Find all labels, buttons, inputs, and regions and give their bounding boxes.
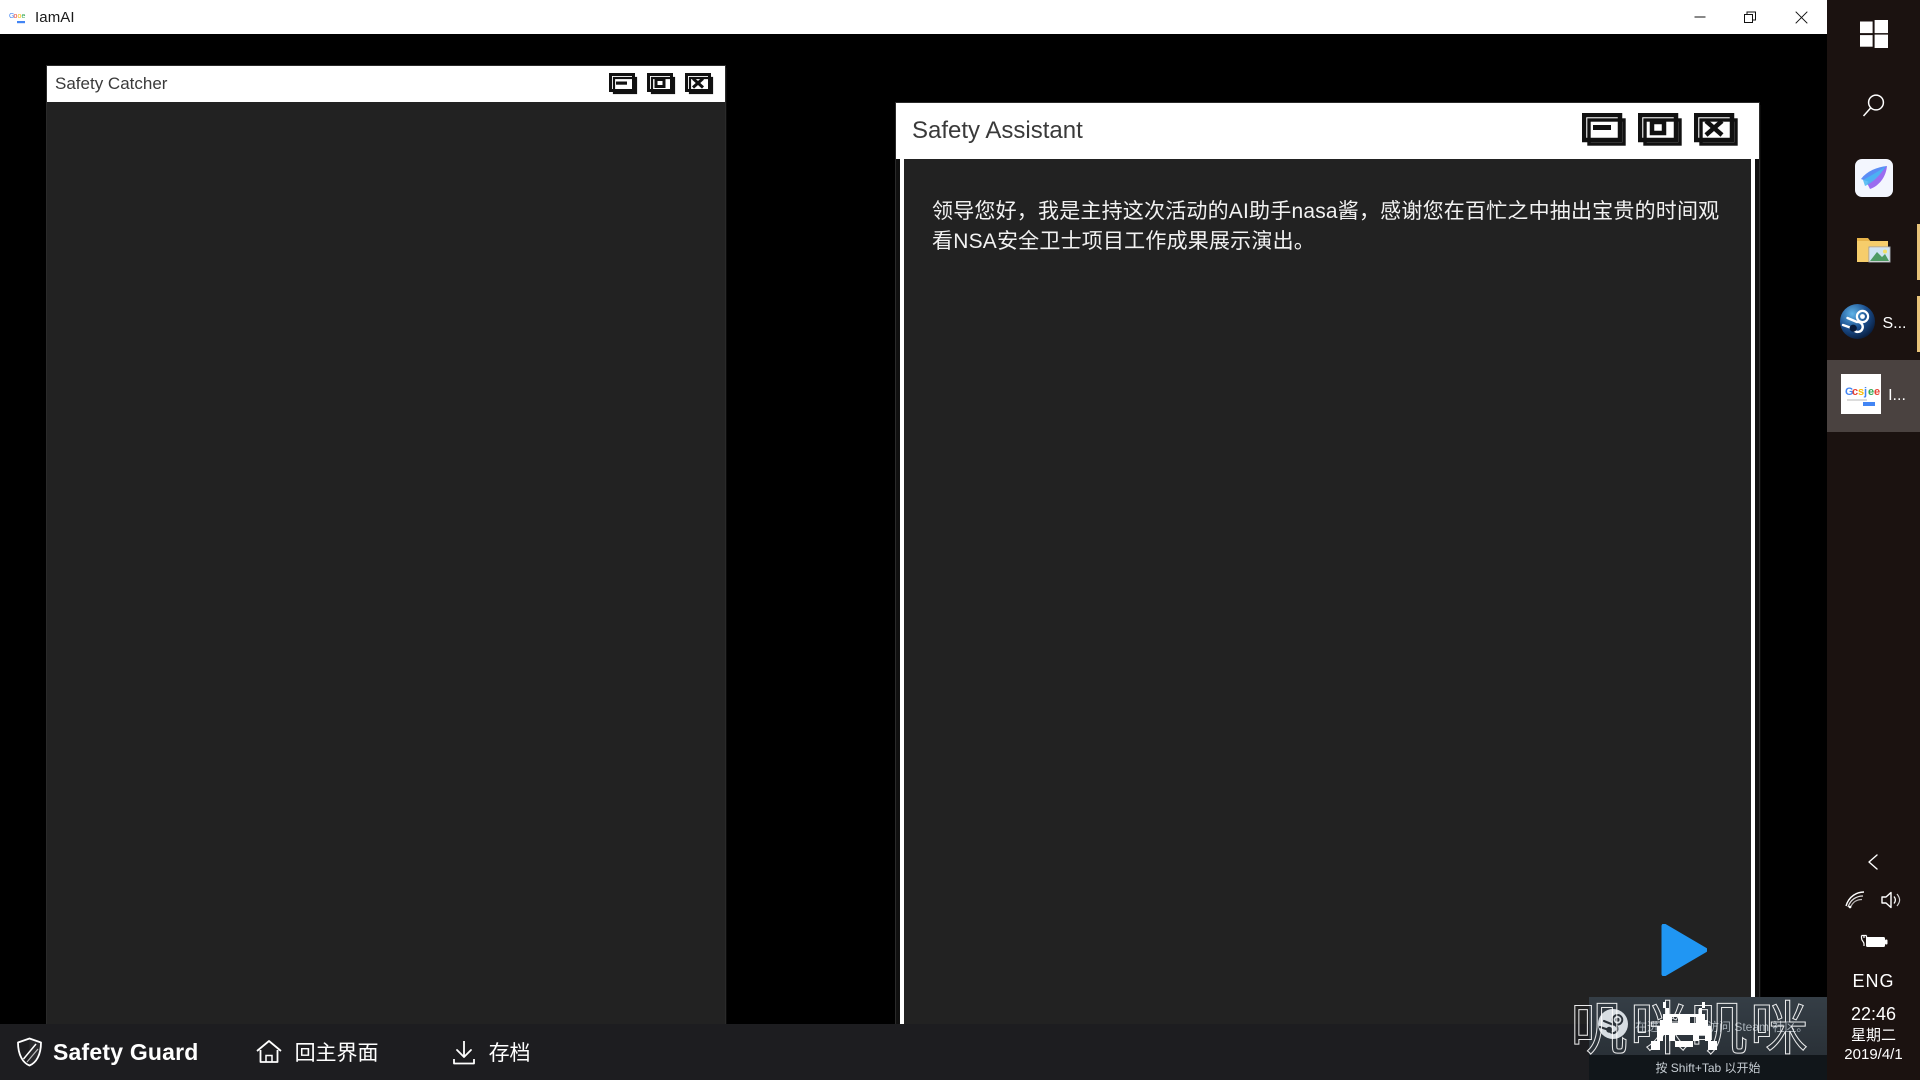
window-controls [1674,0,1827,34]
play-triangle-icon[interactable] [1661,923,1708,977]
restore-icon[interactable] [1725,0,1776,34]
folder-picture-icon [1855,233,1893,272]
brand-label: Safety Guard [53,1038,199,1065]
pictures-folder[interactable] [1827,216,1920,288]
close-icon[interactable] [681,69,719,99]
clock[interactable]: 22:46 星期二 2019/4/1 [1844,1003,1902,1074]
svg-text:e: e [1874,386,1880,398]
save-button[interactable]: 存档 [451,1024,531,1080]
catcher-titlebar: Safety Catcher [47,66,725,102]
space-invader-icon [1651,1001,1717,1051]
google-colored-icon: G o o e [9,9,26,26]
clock-time: 22:46 [1850,1003,1897,1024]
clock-day: 星期二 [1850,1026,1896,1044]
dialogue-text: 领导您好，我是主持这次活动的AI助手nasa酱，感谢您在百忙之中抽出宝贵的时间观… [932,200,1720,253]
system-tray: ENG 22:46 星期二 2019/4/1 [1827,841,1920,1080]
catcher-content-area [47,102,725,1042]
windows-logo-icon [1859,19,1888,53]
windows-taskbar: S... G c s j e e I... ENG 22:46 星期二 2019… [1827,0,1920,1080]
steam-app[interactable]: S... [1827,288,1920,360]
minimize-icon[interactable] [1577,108,1633,154]
application-window: G o o e IamAI Safety Catcher Safety Assi… [0,0,1827,1080]
steam-overlay-toast[interactable]: 在进行游戏时访问 Steam 社区。 按 Shift+Tab 以开始 [1589,997,1827,1080]
clock-date: 2019/4/1 [1844,1045,1903,1063]
close-icon[interactable] [1776,0,1827,34]
iamai-app-label: I... [1888,387,1906,404]
wifi-icon[interactable] [1844,890,1866,915]
start-button[interactable] [1827,0,1920,72]
safety-catcher-window: Safety Catcher [47,66,725,1042]
steam-toast-body: 在进行游戏时访问 Steam 社区。 [1589,997,1827,1055]
window-titlebar: G o o e IamAI [0,0,1827,34]
hud-bar: Safety Guard 回主界面 存档 [0,1024,1827,1080]
google-colored-icon: G c s j e e [1841,373,1882,419]
steam-logo-icon [1598,1008,1628,1044]
maximize-icon[interactable] [643,69,681,99]
catcher-window-controls [605,69,719,99]
tray-network-group [1827,883,1920,923]
taskbar-items: S... G c s j e e I... [1827,0,1920,432]
home-icon [255,1039,283,1065]
svg-text:e: e [22,13,26,20]
minimize-icon[interactable] [1674,0,1725,34]
battery-charging-icon[interactable] [1827,923,1920,961]
safety-assistant-window: Safety Assistant 领导您好，我是主持这次活动的AI助手nasa酱… [896,103,1759,1046]
search-button[interactable] [1827,72,1920,144]
game-canvas: Safety Catcher Safety Assistant 领导您好，我是主… [0,34,1827,1080]
assistant-title: Safety Assistant [912,117,1083,144]
search-icon [1860,92,1888,125]
chevron-up-icon[interactable] [1827,841,1920,883]
bird-app-button[interactable] [1827,144,1920,216]
assistant-window-controls [1577,108,1745,154]
maximize-icon[interactable] [1633,108,1689,154]
language-indicator[interactable]: ENG [1827,961,1920,1003]
blue-bird-icon [1854,158,1893,202]
speaker-icon[interactable] [1880,890,1904,915]
home-button[interactable]: 回主界面 [255,1024,379,1080]
assistant-titlebar: Safety Assistant [896,103,1759,159]
svg-text:j: j [1863,386,1867,398]
steam-app-label: S... [1882,315,1907,332]
shield-icon [16,1037,43,1067]
minimize-icon[interactable] [605,69,643,99]
catcher-title: Safety Catcher [55,74,168,93]
save-label: 存档 [488,1042,531,1065]
close-icon[interactable] [1689,108,1745,154]
brand-badge: Safety Guard [16,1024,199,1080]
window-title: IamAI [35,8,75,26]
steam-icon [1840,304,1876,344]
download-save-icon [451,1039,477,1066]
steam-toast-hint: 按 Shift+Tab 以开始 [1589,1055,1827,1080]
assistant-content-area: 领导您好，我是主持这次活动的AI助手nasa酱，感谢您在百忙之中抽出宝贵的时间观… [904,159,1751,1038]
home-label: 回主界面 [294,1042,379,1065]
iamai-app[interactable]: G c s j e e I... [1827,360,1920,432]
